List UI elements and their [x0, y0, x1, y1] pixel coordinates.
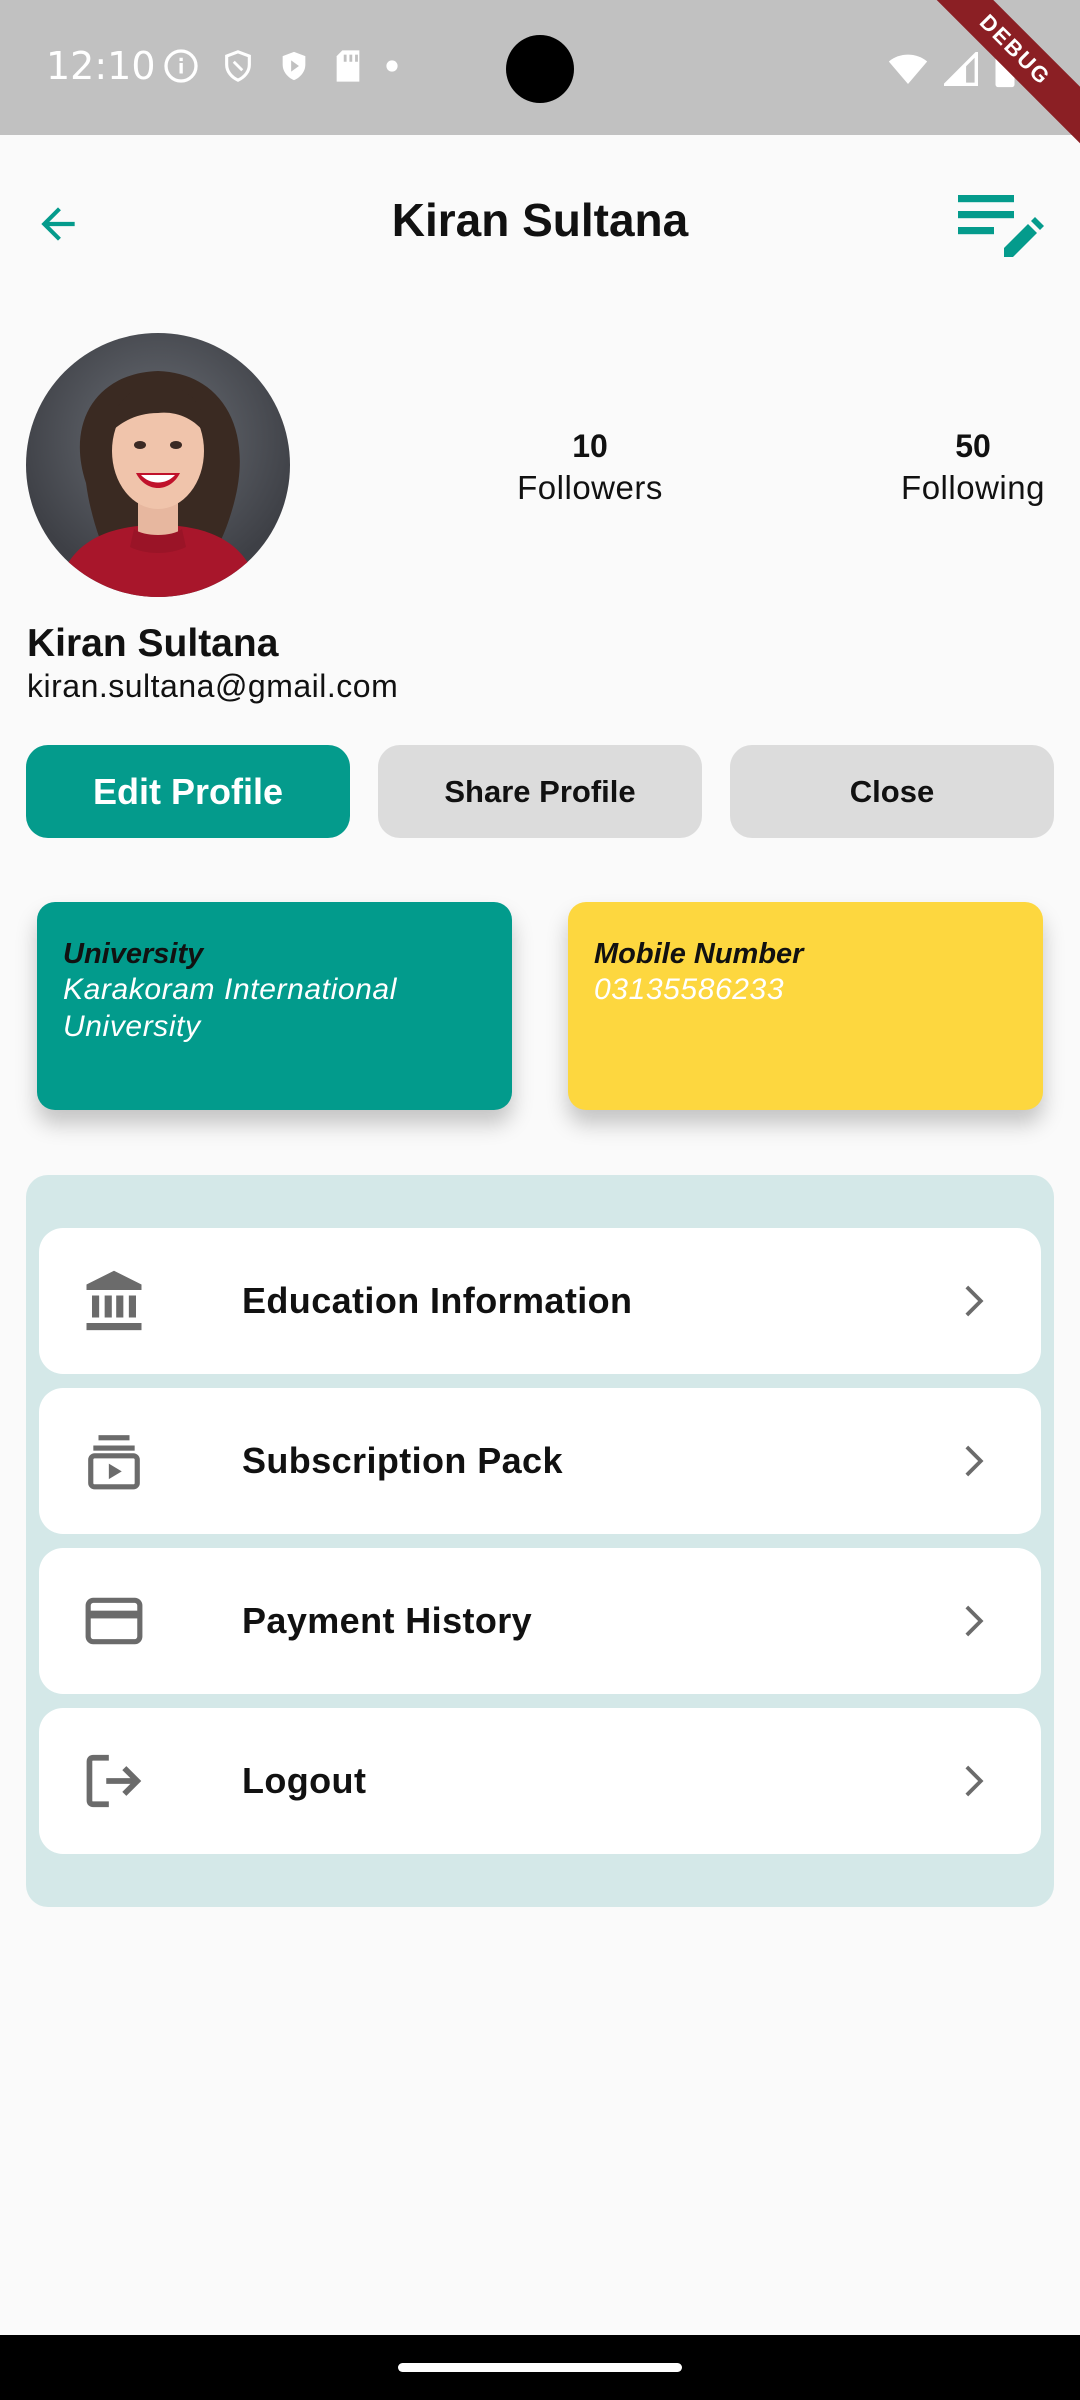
share-profile-button[interactable]: Share Profile [378, 745, 702, 838]
followers-count: 10 [572, 428, 608, 464]
university-card: University Karakoram International Unive… [37, 902, 512, 1110]
camera-cutout [506, 35, 574, 103]
followers-stat[interactable]: 10 Followers [500, 428, 680, 507]
menu-item-payment-history[interactable]: Payment History [39, 1548, 1041, 1694]
status-icons-left [163, 48, 399, 84]
chevron-right-icon [965, 1765, 984, 1797]
menu-item-education-information[interactable]: Education Information [39, 1228, 1041, 1374]
chevron-right-icon [965, 1445, 984, 1477]
shield-icon [225, 50, 251, 82]
menu-panel: Education Information Subscription Pack … [26, 1175, 1054, 1907]
mobile-value: 03135586233 [594, 973, 785, 1006]
status-time: 12:10 [46, 44, 156, 88]
following-label: Following [901, 469, 1045, 506]
following-stat[interactable]: 50 Following [880, 428, 1066, 507]
profile-name: Kiran Sultana [27, 622, 279, 665]
edit-list-icon [958, 195, 1044, 257]
info-icon [164, 49, 198, 83]
close-button[interactable]: Close [730, 745, 1054, 838]
app-bar: Kiran Sultana [0, 135, 1080, 305]
menu-item-label: Payment History [242, 1600, 533, 1641]
following-count: 50 [955, 428, 991, 464]
dot-icon [386, 60, 398, 72]
menu-item-label: Education Information [242, 1280, 633, 1321]
bank-icon [79, 1268, 149, 1334]
university-value: Karakoram International University [63, 973, 397, 1043]
menu-item-subscription-pack[interactable]: Subscription Pack [39, 1388, 1041, 1534]
chevron-right-icon [965, 1285, 984, 1317]
credit-card-icon [79, 1588, 149, 1654]
avatar [26, 333, 290, 597]
signal-icon [944, 52, 978, 86]
edit-list-button[interactable] [954, 187, 1046, 267]
edit-profile-button[interactable]: Edit Profile [26, 745, 350, 838]
avatar-portrait [56, 371, 260, 597]
logout-icon [79, 1748, 149, 1814]
menu-item-label: Logout [242, 1760, 367, 1801]
university-title: University [63, 938, 204, 970]
wifi-icon [888, 54, 928, 84]
chevron-right-icon [965, 1605, 984, 1637]
home-indicator[interactable] [398, 2363, 682, 2372]
page-title: Kiran Sultana [391, 194, 689, 246]
menu-item-label: Subscription Pack [242, 1440, 563, 1481]
subscriptions-icon [79, 1428, 149, 1494]
followers-label: Followers [517, 469, 663, 506]
sd-card-icon [336, 50, 360, 82]
play-shield-icon [282, 51, 306, 81]
profile-email: kiran.sultana@gmail.com [27, 668, 399, 704]
status-bar: 12:10 DEBUG [0, 0, 1080, 160]
menu-item-logout[interactable]: Logout [39, 1708, 1041, 1854]
mobile-card: Mobile Number 03135586233 [568, 902, 1043, 1110]
mobile-title: Mobile Number [594, 938, 804, 970]
